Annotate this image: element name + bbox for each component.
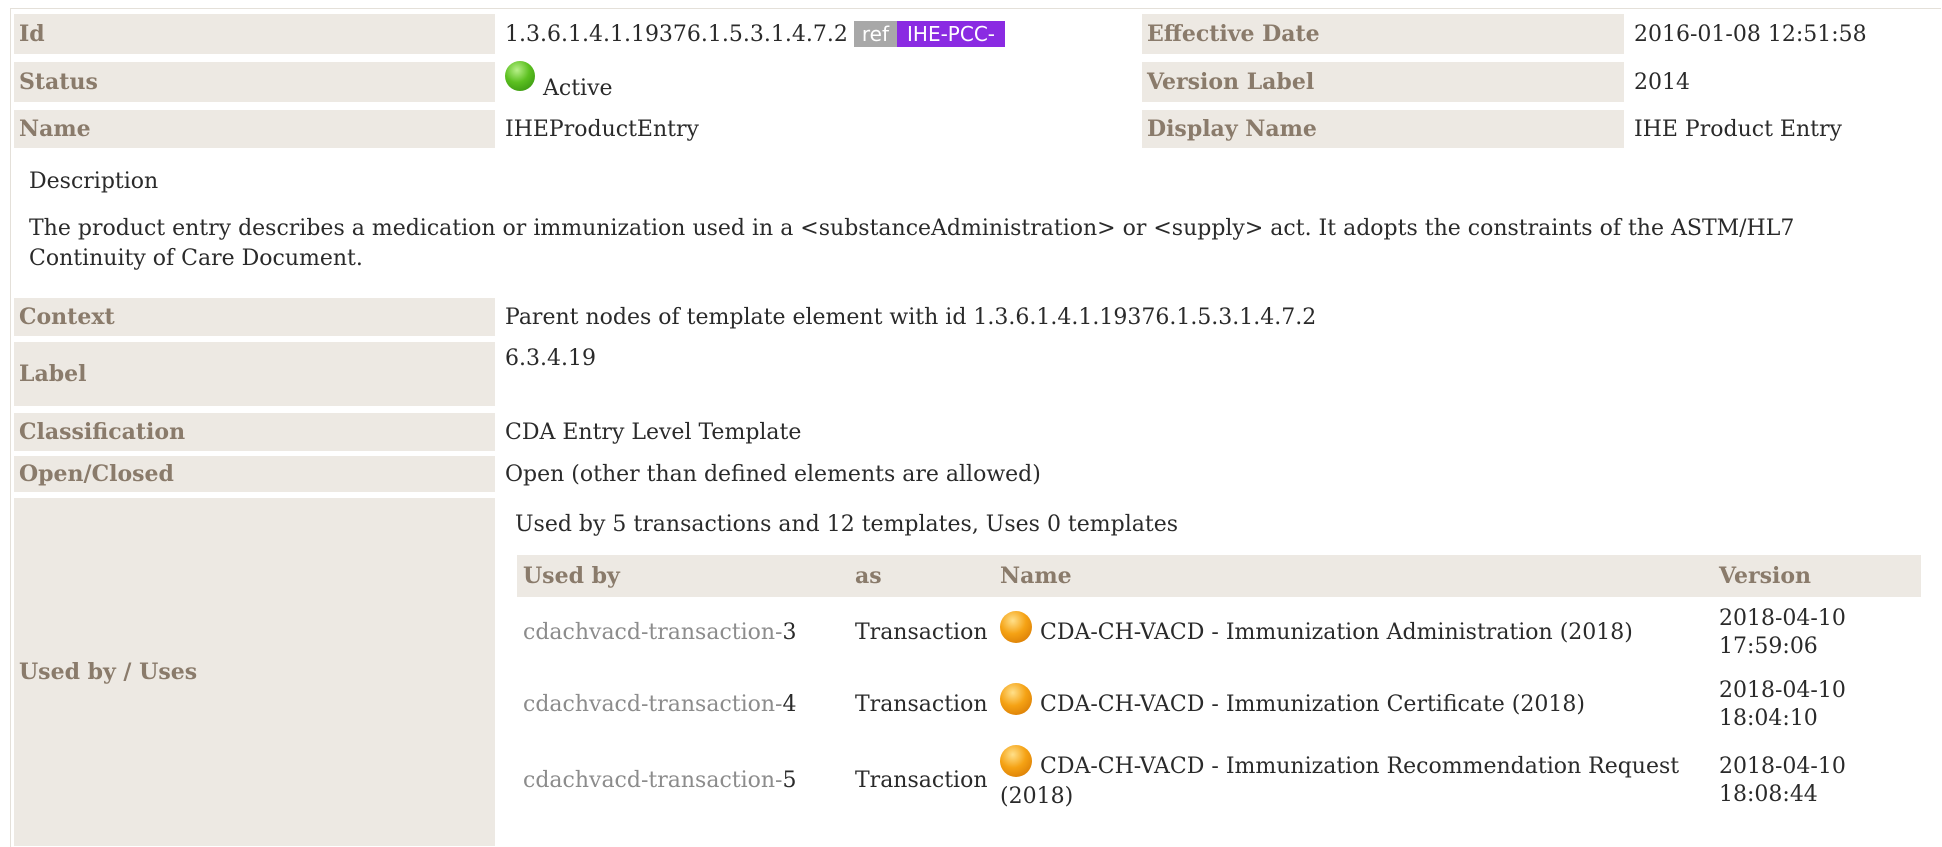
version-date: 2018-04-10 [1719,754,1846,779]
version-date: 2018-04-10 [1719,678,1846,703]
classification-value: CDA Entry Level Template [505,419,802,445]
transaction-link[interactable]: cdachvacd-transaction- [523,692,783,717]
version-time: 17:59:06 [1719,634,1818,659]
table-row: cdachvacd-transaction-3 Transaction CDA-… [517,597,1921,669]
transaction-link[interactable]: cdachvacd-transaction- [523,768,783,793]
name-cell: CDA-CH-VACD - Immunization Certificate (… [994,669,1713,741]
status-value-cell: Active [495,61,1142,102]
display-name-label: Display Name [1142,110,1624,148]
status-draft-icon [1000,683,1032,715]
name-cell: CDA-CH-VACD - Immunization Recommendatio… [994,741,1713,821]
row-classification: Classification CDA Entry Level Template [14,413,1895,451]
name-text: CDA-CH-VACD - Immunization Recommendatio… [1000,754,1680,809]
name-cell: CDA-CH-VACD - Immunization Administratio… [994,597,1713,669]
as-cell: Transaction [855,692,988,717]
used-by-cell[interactable]: cdachvacd-transaction-4 [517,669,849,741]
table-row: cdachvacd-transaction-4 Transaction CDA-… [517,669,1921,741]
status-label: Status [14,62,495,102]
version-label-value: 2014 [1634,69,1690,95]
version-time: 18:04:10 [1719,706,1818,731]
context-value: Parent nodes of template element with id… [505,304,1317,330]
id-value: 1.3.6.1.4.1.19376.1.5.3.1.4.7.2 [505,21,848,47]
status-draft-icon [1000,745,1032,777]
context-label: Context [14,298,495,336]
row-label: Label 6.3.4.19 [14,342,1895,406]
transaction-number[interactable]: 3 [783,620,797,645]
version-time: 18:08:44 [1719,782,1818,807]
label-value: 6.3.4.19 [505,346,596,371]
row-context: Context Parent nodes of template element… [14,298,1895,336]
open-closed-label: Open/Closed [14,456,495,492]
label-label: Label [14,342,495,406]
effective-date-label: Effective Date [1142,14,1624,54]
column-header-name: Name [994,555,1713,597]
description-text: The product entry describes a medication… [29,216,1795,271]
open-closed-value: Open (other than defined elements are al… [505,461,1041,487]
name-text: CDA-CH-VACD - Immunization Administratio… [1040,620,1633,645]
id-value-cell: 1.3.6.1.4.1.19376.1.5.3.1.4.7.2 ref IHE-… [495,14,1142,54]
version-date: 2018-04-10 [1719,606,1846,631]
used-by-summary: Used by 5 transactions and 12 templates,… [515,512,1179,537]
name-label: Name [14,110,495,148]
id-label: Id [14,14,495,54]
column-header-used-by: Used by [517,555,849,597]
used-by-cell[interactable]: cdachvacd-transaction-3 [517,597,849,669]
status-active-icon [505,61,535,91]
status-draft-icon [1000,611,1032,643]
status-value: Active [543,75,613,101]
version-cell: 2018-04-10 18:04:10 [1713,669,1921,741]
version-cell: 2018-04-10 18:08:44 [1713,741,1921,821]
display-name-value: IHE Product Entry [1634,116,1842,142]
effective-date-value: 2016-01-08 12:51:58 [1634,21,1867,47]
version-label-label: Version Label [1142,62,1624,102]
ref-tag[interactable]: ref [853,21,897,47]
name-value: IHEProductEntry [505,116,699,142]
transaction-link[interactable]: cdachvacd-transaction- [523,620,783,645]
transaction-number[interactable]: 5 [783,768,797,793]
as-cell: Transaction [855,620,988,645]
row-id: Id 1.3.6.1.4.1.19376.1.5.3.1.4.7.2 ref I… [14,14,1914,54]
description-heading: Description [29,169,159,194]
version-cell: 2018-04-10 17:59:06 [1713,597,1921,669]
row-open-closed: Open/Closed Open (other than defined ele… [14,456,1895,492]
transaction-number[interactable]: 4 [783,692,797,717]
used-by-label: Used by / Uses [14,498,495,846]
column-header-version: Version [1713,555,1921,597]
table-row: cdachvacd-transaction-5 Transaction CDA-… [517,741,1921,821]
table-header-row: Used by as Name Version [517,555,1921,597]
used-by-cell[interactable]: cdachvacd-transaction-5 [517,741,849,821]
row-status: Status Active Version Label 2014 [14,61,1914,102]
as-cell: Transaction [855,768,988,793]
prefix-tag[interactable]: IHE-PCC- [897,21,1005,47]
classification-label: Classification [14,413,495,451]
row-name: Name IHEProductEntry Display Name IHE Pr… [14,110,1914,148]
name-text: CDA-CH-VACD - Immunization Certificate (… [1040,692,1585,717]
column-header-as: as [849,555,994,597]
used-by-table: Used by as Name Version cdachvacd-transa… [517,555,1921,821]
